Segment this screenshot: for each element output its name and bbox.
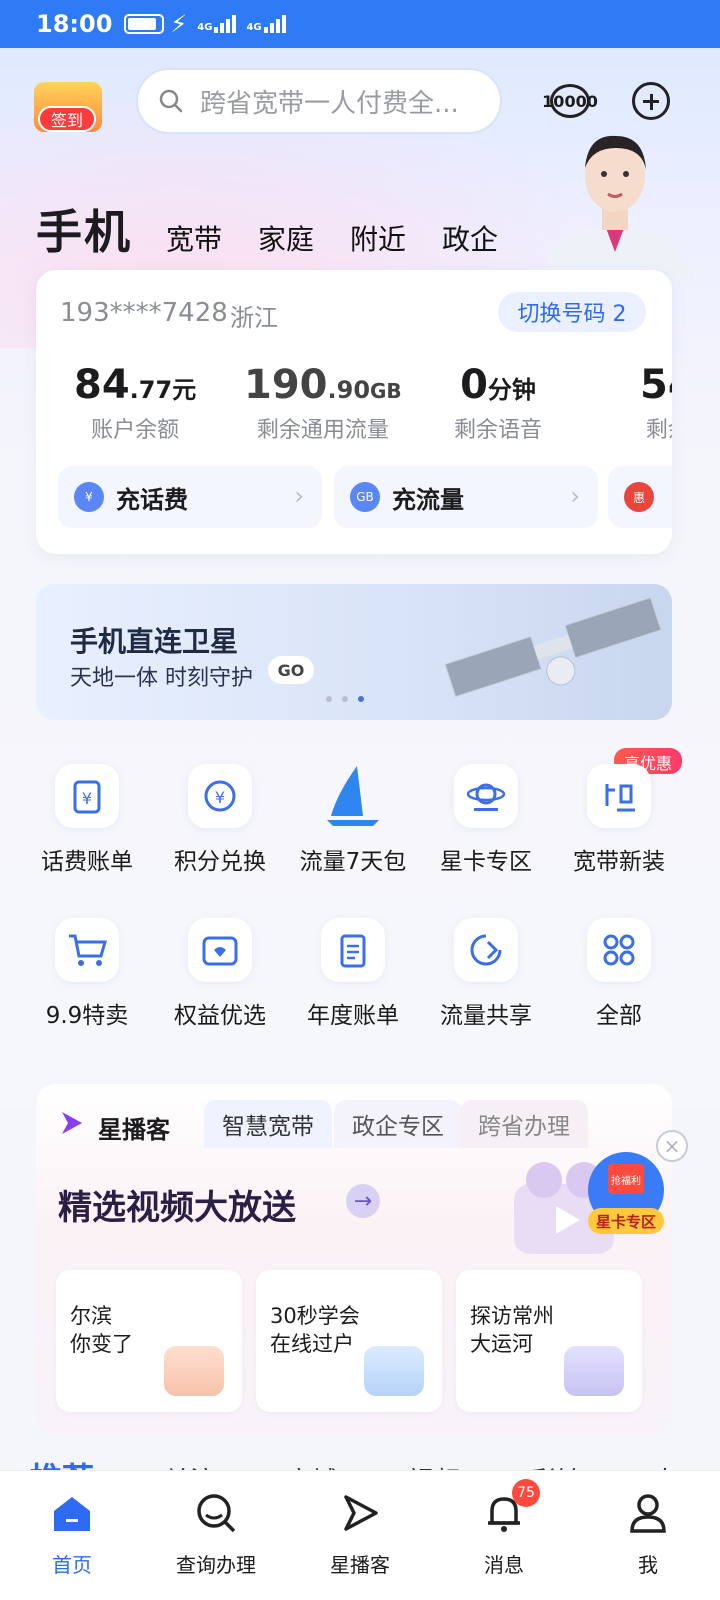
cart-icon [55,918,119,982]
star-card-float-badge[interactable]: 星卡专区 抢福利 [582,1150,670,1240]
svg-text:¥: ¥ [82,789,92,808]
search-bar[interactable]: 跨省宽带一人付费全... [136,68,502,134]
nav-me[interactable]: 我 [576,1471,720,1600]
search-icon [159,89,183,113]
phone-region: 浙江 [230,304,278,332]
grid-item-data-pack[interactable]: 流量7天包 [288,764,418,876]
promo-banner[interactable]: 手机直连卫星 天地一体 时刻守护 GO [36,584,672,720]
account-card: 193****7428 浙江 切换号码 2 84.77元 账户余额 190.90… [36,270,672,554]
sail-icon [321,764,385,828]
svg-text:星卡专区: 星卡专区 [596,1213,656,1231]
benefit-icon [188,918,252,982]
grid-item-points[interactable]: ¥ 积分兑换 [155,764,285,876]
signal-icon: 4G [197,15,237,33]
video-card[interactable]: 探访常州 大运河 [456,1270,642,1412]
grid-item-sale[interactable]: 9.9特卖 [22,918,152,1030]
nav-messages[interactable]: 75 消息 [432,1471,576,1600]
phone-number: 193****7428 [60,298,228,328]
nav-home[interactable]: 首页 [0,1471,144,1600]
customer-service-icon[interactable]: 10000 [542,84,598,118]
svg-text:抢福利: 抢福利 [611,1174,641,1187]
xingboke-headline[interactable]: 精选视频大放送 [58,1180,296,1229]
grid-item-broadband[interactable]: 宽带新装 [554,764,684,876]
battery-icon [124,14,165,34]
grid-all-icon [587,918,651,982]
satellite-image [444,596,662,698]
points-exchange-icon: ¥ [188,764,252,828]
status-bar: 18:00 ⚡ 4G 4G [0,0,720,48]
play-icon [344,1495,378,1531]
carousel-dot [326,696,332,702]
discount-button[interactable]: 惠 [608,466,672,528]
banner-go-button[interactable]: GO [268,656,314,684]
xbk-tab-cross-province[interactable]: 跨省办理 [460,1100,588,1148]
user-icon [630,1494,666,1533]
banner-title: 手机直连卫星 [70,625,239,658]
nav-xingboke[interactable]: 星播客 [288,1471,432,1600]
switch-number-button[interactable]: 切换号码 2 [498,292,646,332]
stat-data[interactable]: 190.90GB 剩余通用流量 [244,362,402,444]
banner-subtitle: 天地一体 时刻守护 [70,666,253,691]
nav-query[interactable]: 查询办理 [144,1471,288,1600]
carousel-dots [326,696,364,702]
stat-voice[interactable]: 0分钟 剩余语音 [454,362,542,444]
home-icon [54,1497,90,1531]
xbk-tab-broadband[interactable]: 智慧宽带 [204,1100,332,1148]
yen-icon: ¥ [74,482,104,512]
close-icon[interactable]: × [656,1130,688,1162]
stat-more[interactable]: 54 剩余 [640,362,672,444]
svg-text:¥: ¥ [215,788,225,807]
top-tabs: 手机 宽带 家庭 附近 政企 [36,196,534,262]
bill-icon: ¥ [55,764,119,828]
service-assistant-avatar[interactable] [530,124,700,284]
grid-item-star-card[interactable]: 星卡专区 [421,764,551,876]
tab-enterprise[interactable]: 政企 [442,218,498,262]
data-gb-icon: GB [350,482,380,512]
tab-family[interactable]: 家庭 [258,218,314,262]
message-count-badge: 75 [512,1479,540,1507]
search-placeholder: 跨省宽带一人付费全... [200,88,459,119]
carousel-dot-active [358,696,364,702]
chevron-right-icon: › [570,482,580,510]
charging-icon: ⚡ [170,10,188,38]
grid-item-benefits[interactable]: 权益优选 [155,918,285,1030]
tab-phone[interactable]: 手机 [36,196,132,262]
bottom-nav: 首页 查询办理 星播客 75 消息 我 [0,1470,720,1600]
grid-item-data-share[interactable]: 流量共享 [421,918,551,1030]
planet-icon [454,764,518,828]
chevron-right-icon: › [294,482,304,510]
tab-broadband[interactable]: 宽带 [166,218,222,262]
recharge-credit-button[interactable]: ¥ 充话费 › [58,466,322,528]
broadband-icon [587,764,651,828]
grid-item-bill[interactable]: ¥ 话费账单 [22,764,152,876]
stat-balance[interactable]: 84.77元 账户余额 [74,362,196,444]
add-icon[interactable] [632,82,670,120]
xingboke-logo-icon [62,1112,82,1134]
play-icon [164,1346,224,1396]
tab-nearby[interactable]: 附近 [350,218,406,262]
clipboard-icon [321,918,385,982]
video-card[interactable]: 尔滨 你变了 [56,1270,242,1412]
grid-item-all[interactable]: 全部 [554,918,684,1030]
recharge-data-button[interactable]: GB 充流量 › [334,466,598,528]
xbk-tab-enterprise[interactable]: 政企专区 [334,1100,462,1148]
grid-item-annual-bill[interactable]: 年度账单 [288,918,418,1030]
discount-icon: 惠 [624,482,654,512]
arrow-right-icon[interactable]: → [346,1184,380,1218]
xingboke-title: 星播客 [98,1116,170,1144]
video-card[interactable]: 30秒学会 在线过户 [256,1270,442,1412]
carousel-dot [342,696,348,702]
xingboke-section: 星播客 智慧宽带 政企专区 跨省办理 精选视频大放送 → 尔滨 你变了 30秒学… [36,1084,672,1434]
signal-icon-2: 4G [246,15,286,33]
play-icon [364,1346,424,1396]
search-query-icon [197,1494,236,1533]
play-icon [564,1346,624,1396]
signin-button[interactable]: 签到 [38,106,96,132]
share-icon [454,918,518,982]
status-time: 18:00 [36,10,113,38]
